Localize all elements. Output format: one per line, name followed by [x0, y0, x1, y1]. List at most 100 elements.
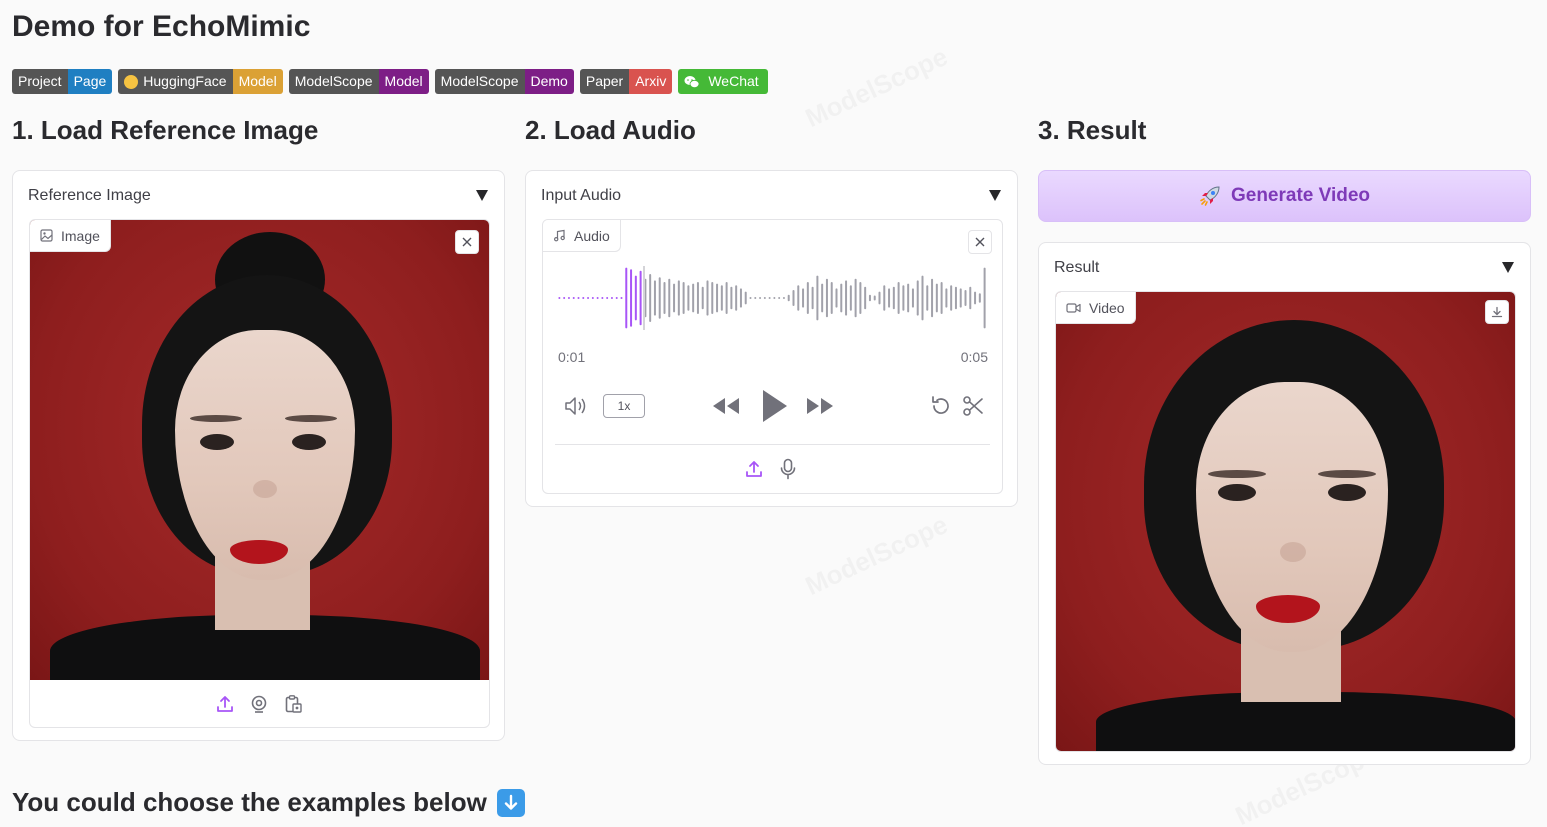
waveform-bar: [620, 297, 623, 299]
waveform-bar: [883, 285, 886, 311]
waveform-bar: [797, 285, 800, 311]
video-icon: [1066, 302, 1081, 313]
waveform-bar: [768, 297, 771, 299]
playback-speed-button[interactable]: 1x: [603, 394, 645, 418]
mic-icon: [780, 458, 796, 480]
image-source-bar: [215, 694, 303, 714]
waveform-bar: [935, 283, 938, 313]
reset-button[interactable]: [929, 394, 953, 418]
waveform-bar: [563, 297, 566, 299]
collapse-toggle-icon[interactable]: [476, 190, 488, 201]
waveform-bar: [811, 286, 814, 310]
waveform-bar: [969, 286, 972, 310]
waveform-bar: [974, 291, 977, 305]
image-upload-box: Image: [29, 219, 490, 728]
webcam-icon: [251, 695, 267, 713]
fast-forward-button[interactable]: [805, 395, 835, 417]
waveform-bar: [792, 290, 795, 306]
waveform-bar: [630, 269, 633, 327]
volume-button[interactable]: [563, 394, 589, 418]
badge-row: Project Page HuggingFace Model ModelScop…: [12, 69, 768, 94]
playhead[interactable]: [643, 266, 645, 330]
badge-left-label: Project: [12, 69, 68, 94]
waveform-bar: [577, 297, 580, 299]
audio-waveform[interactable]: [557, 266, 987, 330]
rewind-button[interactable]: [711, 395, 741, 417]
badge-right-label: Arxiv: [629, 69, 673, 94]
badge-wechat[interactable]: WeChat: [678, 69, 768, 94]
clear-image-button[interactable]: [455, 230, 479, 254]
waveform-bar: [945, 288, 948, 308]
waveform-bar: [806, 282, 809, 314]
generate-video-button[interactable]: Generate Video: [1038, 170, 1531, 222]
waveform-bar: [835, 288, 838, 308]
waveform-bar: [692, 283, 695, 313]
waveform-bar: [720, 285, 723, 311]
badge-left: HuggingFace: [118, 69, 233, 94]
badge-modelscope-demo[interactable]: ModelScope Demo: [434, 69, 574, 94]
badge-right-label: Page: [67, 69, 113, 94]
upload-button[interactable]: [215, 694, 235, 714]
upload-audio-button[interactable]: [744, 459, 764, 479]
play-button[interactable]: [759, 388, 789, 424]
waveform-bar: [921, 275, 924, 321]
waveform-bar: [954, 286, 957, 310]
collapse-toggle-icon[interactable]: [989, 190, 1001, 201]
video-tag: Video: [1056, 292, 1136, 324]
waveform-bar: [606, 297, 609, 299]
waveform-bar: [778, 297, 781, 299]
waveform-bar: [911, 288, 914, 308]
badge-project-page[interactable]: Project Page: [12, 69, 113, 94]
clear-audio-button[interactable]: [968, 230, 992, 254]
waveform-bar: [696, 282, 699, 314]
waveform-bar: [840, 283, 843, 313]
waveform-bar: [802, 288, 805, 308]
waveform-bar: [782, 297, 785, 299]
waveform-bar: [744, 291, 747, 305]
hugging-face-icon: [124, 74, 139, 89]
waveform-bar: [950, 285, 953, 311]
waveform-bar: [845, 280, 848, 316]
waveform-bar: [591, 297, 594, 299]
close-icon: [975, 237, 985, 247]
download-video-button[interactable]: [1485, 300, 1509, 324]
waveform-bar: [610, 297, 613, 299]
total-time: 0:05: [960, 349, 988, 365]
trim-button[interactable]: [961, 394, 985, 418]
waveform-bar: [663, 282, 666, 314]
waveform-bar: [916, 280, 919, 316]
badge-right-label: Demo: [524, 69, 574, 94]
waveform-bar: [596, 297, 599, 299]
image-icon: [40, 229, 53, 242]
fast-forward-icon: [807, 398, 833, 414]
reference-portrait-image: [30, 220, 489, 680]
waveform-bar: [873, 295, 876, 301]
waveform-bar: [897, 282, 900, 314]
badge-modelscope-model[interactable]: ModelScope Model: [288, 69, 429, 94]
waveform-bar: [730, 286, 733, 310]
waveform-bar: [601, 297, 604, 299]
waveform-bar: [668, 278, 671, 318]
badge-huggingface-model[interactable]: HuggingFace Model: [118, 69, 283, 94]
waveform-bar: [634, 275, 637, 321]
rewind-icon: [713, 398, 739, 414]
waveform-bar: [725, 282, 728, 314]
webcam-button[interactable]: [249, 694, 269, 714]
result-video-frame[interactable]: [1056, 292, 1515, 751]
collapse-toggle-icon[interactable]: [1502, 262, 1514, 273]
playback-controls: 1x: [563, 390, 993, 424]
waveform-bar: [888, 288, 891, 308]
upload-icon: [746, 461, 762, 477]
waveform-bar: [567, 297, 570, 299]
image-tag: Image: [30, 220, 111, 252]
record-microphone-button[interactable]: [778, 458, 798, 480]
badge-right-label: WeChat: [704, 69, 768, 94]
badge-paper-arxiv[interactable]: Paper Arxiv: [579, 69, 673, 94]
waveform-bar: [711, 282, 714, 314]
paste-clipboard-button[interactable]: [283, 694, 303, 714]
waveform-bar: [931, 278, 934, 318]
waveform-bar: [825, 278, 828, 318]
audio-tag: Audio: [543, 220, 621, 252]
examples-heading: You could choose the examples below: [12, 787, 525, 818]
audio-heading: 2. Load Audio: [525, 115, 696, 145]
